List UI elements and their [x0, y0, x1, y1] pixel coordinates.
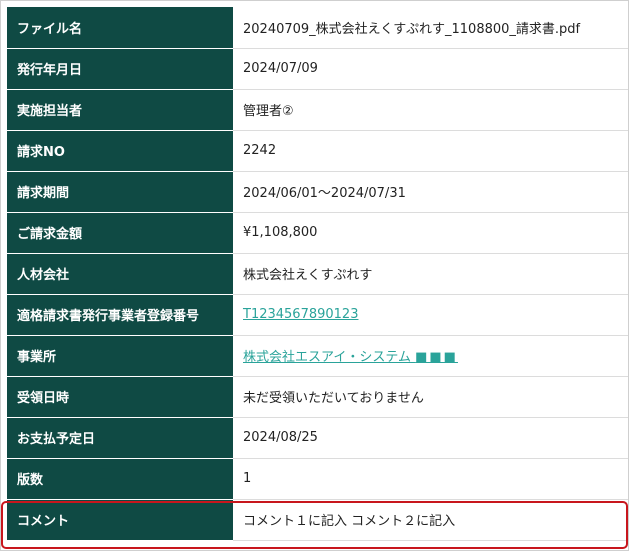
label-office: 事業所 — [7, 335, 233, 377]
label-billing-period: 請求期間 — [7, 171, 233, 213]
value-comment: コメント１に記入 コメント２に記入 — [233, 499, 628, 541]
value-office: 株式会社エスアイ・システム ■■■ — [233, 335, 628, 377]
row-version: 版数 1 — [7, 458, 628, 500]
row-invoice-no: 請求NO 2242 — [7, 130, 628, 172]
value-file-name: 20240709_株式会社えくすぷれす_1108800_請求書.pdf — [233, 7, 628, 49]
label-issue-date: 発行年月日 — [7, 48, 233, 90]
value-issue-date: 2024/07/09 — [233, 48, 628, 90]
row-registration-number: 適格請求書発行事業者登録番号 T1234567890123 — [7, 294, 628, 336]
office-link-suffix: ■■■ — [415, 350, 458, 365]
label-file-name: ファイル名 — [7, 7, 233, 49]
row-person-in-charge: 実施担当者 管理者② — [7, 89, 628, 131]
value-person-in-charge: 管理者② — [233, 89, 628, 131]
label-billing-amount: ご請求金額 — [7, 212, 233, 254]
value-received-at: 未だ受領いただいておりません — [233, 376, 628, 418]
label-registration-number: 適格請求書発行事業者登録番号 — [7, 294, 233, 336]
registration-number-link[interactable]: T1234567890123 — [243, 307, 358, 322]
value-staffing-company: 株式会社えくすぷれす — [233, 253, 628, 295]
value-billing-amount: ¥1,108,800 — [233, 212, 628, 254]
label-version: 版数 — [7, 458, 233, 500]
label-staffing-company: 人材会社 — [7, 253, 233, 295]
label-person-in-charge: 実施担当者 — [7, 89, 233, 131]
invoice-detail-table: ファイル名 20240709_株式会社えくすぷれす_1108800_請求書.pd… — [7, 7, 628, 541]
value-version: 1 — [233, 458, 628, 500]
row-payment-date: お支払予定日 2024/08/25 — [7, 417, 628, 459]
label-comment: コメント — [7, 499, 233, 541]
value-billing-period: 2024/06/01～2024/07/31 — [233, 171, 628, 213]
row-received-at: 受領日時 未だ受領いただいておりません — [7, 376, 628, 418]
value-payment-date: 2024/08/25 — [233, 417, 628, 459]
value-registration-number: T1234567890123 — [233, 294, 628, 336]
label-payment-date: お支払予定日 — [7, 417, 233, 459]
invoice-detail-panel: ファイル名 20240709_株式会社えくすぷれす_1108800_請求書.pd… — [0, 0, 629, 551]
label-invoice-no: 請求NO — [7, 130, 233, 172]
label-received-at: 受領日時 — [7, 376, 233, 418]
value-invoice-no: 2242 — [233, 130, 628, 172]
row-comment: コメント コメント１に記入 コメント２に記入 — [7, 499, 628, 541]
row-issue-date: 発行年月日 2024/07/09 — [7, 48, 628, 90]
row-office: 事業所 株式会社エスアイ・システム ■■■ — [7, 335, 628, 377]
row-file-name: ファイル名 20240709_株式会社えくすぷれす_1108800_請求書.pd… — [7, 7, 628, 49]
office-link-text: 株式会社エスアイ・システム — [243, 350, 411, 365]
row-billing-amount: ご請求金額 ¥1,108,800 — [7, 212, 628, 254]
office-link[interactable]: 株式会社エスアイ・システム ■■■ — [243, 350, 458, 365]
row-staffing-company: 人材会社 株式会社えくすぷれす — [7, 253, 628, 295]
row-billing-period: 請求期間 2024/06/01～2024/07/31 — [7, 171, 628, 213]
